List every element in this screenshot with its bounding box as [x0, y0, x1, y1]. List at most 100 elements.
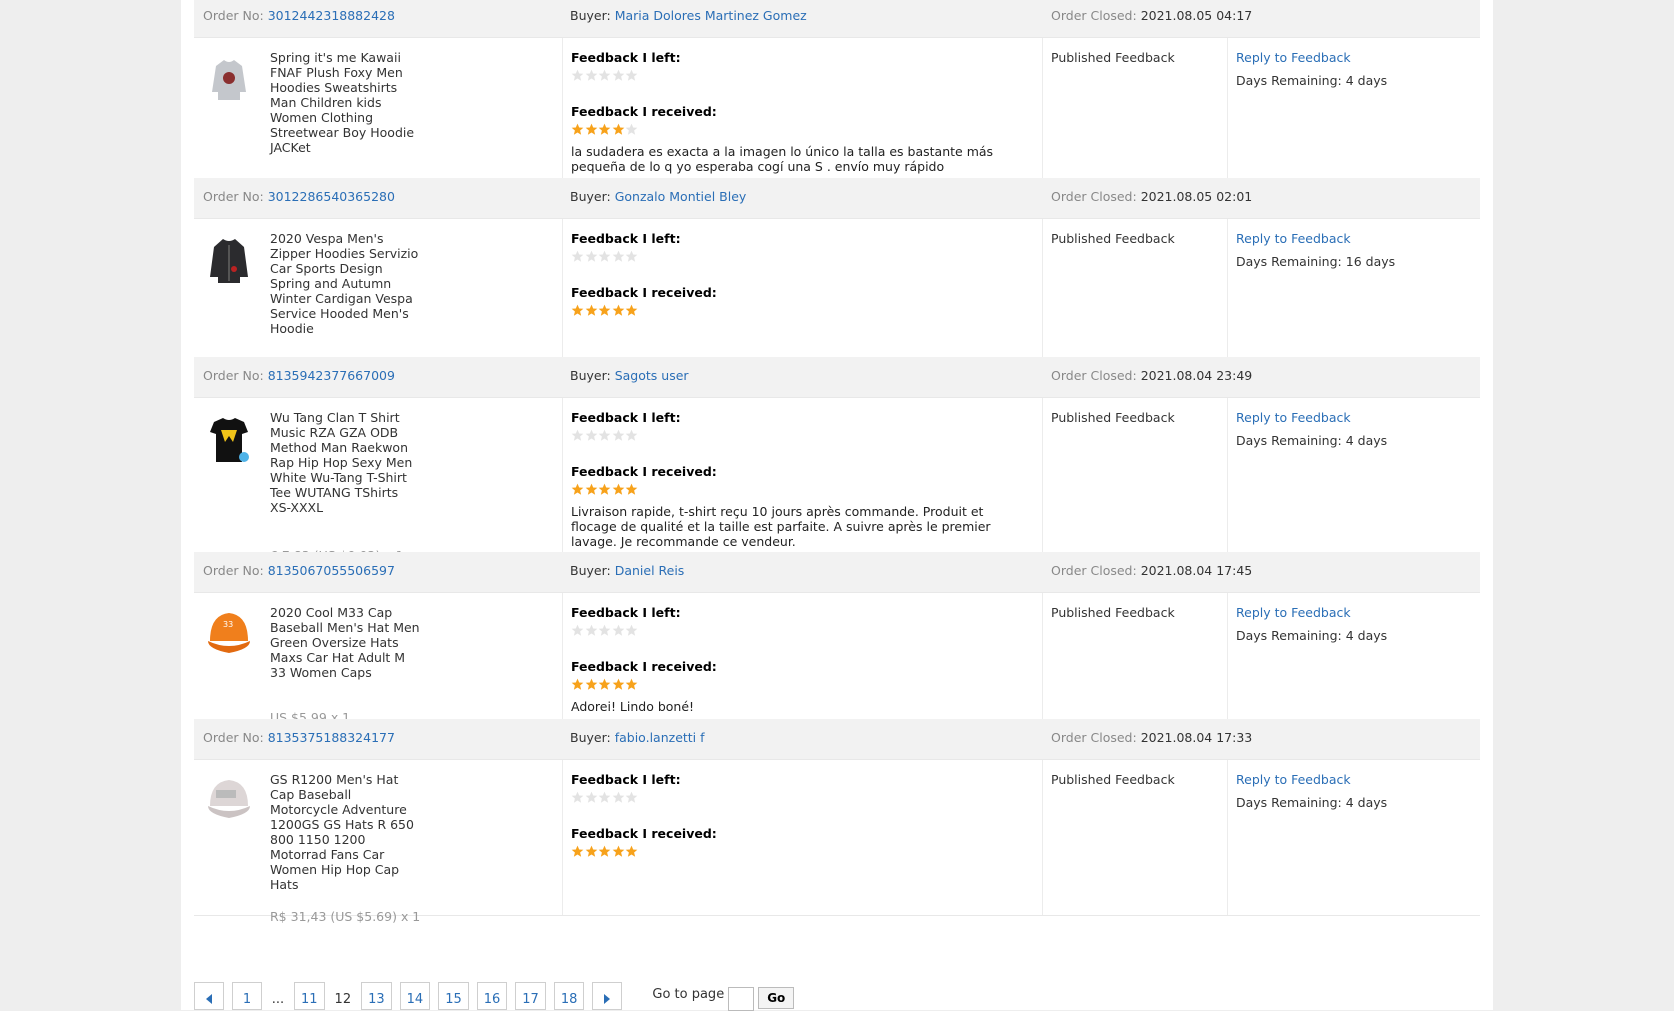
goto-page-input[interactable] — [728, 987, 755, 1011]
feedback-received-stars — [571, 123, 1031, 136]
product-title[interactable]: GS R1200 Men's Hat Cap Baseball Motorcyc… — [270, 772, 420, 892]
page-link-17[interactable]: 17 — [515, 982, 546, 1010]
product-price: R$ 31,43 (US $5.69) x 1 — [270, 909, 421, 924]
page-link-18[interactable]: 18 — [553, 982, 585, 1010]
go-button[interactable]: Go — [758, 987, 795, 1009]
order-closed-label: Order Closed: — [1051, 368, 1137, 383]
action-cell: Reply to Feedback Days Remaining: 4 days — [1227, 38, 1481, 180]
star-icon — [571, 304, 584, 316]
page-link-11[interactable]: 11 — [294, 982, 325, 1010]
hoodie-grey-icon[interactable] — [206, 52, 252, 104]
days-remaining-value: 4 days — [1345, 433, 1388, 448]
star-icon — [585, 69, 597, 81]
order-number-field: Order No: 8135942377667009 — [203, 368, 395, 383]
order-number-link[interactable]: 8135375188324177 — [268, 730, 395, 745]
reply-to-feedback-link[interactable]: Reply to Feedback — [1236, 772, 1351, 787]
next-page-button[interactable] — [592, 982, 623, 1010]
reply-to-feedback-link[interactable]: Reply to Feedback — [1236, 605, 1351, 620]
star-icon — [585, 123, 597, 135]
page-link-16[interactable]: 16 — [476, 982, 508, 1010]
buyer-link[interactable]: Sagots user — [615, 368, 689, 383]
star-icon — [598, 678, 611, 690]
pagination: 1... 11 12 13 14 15 16 17 18 Go to page Go — [194, 982, 795, 1011]
order-card: Order No: 8135942377667009 Buyer: Sagots … — [194, 357, 1480, 563]
product-cell: 2020 Vespa Men's Zipper Hoodies Servizio… — [194, 219, 562, 387]
reply-to-feedback-link[interactable]: Reply to Feedback — [1236, 50, 1351, 65]
feedback-received: Feedback I received: — [571, 826, 1031, 858]
product-title[interactable]: Spring it's me Kawaii FNAF Plush Foxy Me… — [270, 50, 420, 155]
star-icon — [585, 845, 597, 857]
action-cell: Reply to Feedback Days Remaining: 16 days — [1227, 219, 1481, 359]
order-header: Order No: 8135375188324177 Buyer: fabio.l… — [194, 719, 1480, 760]
hoodie-black-icon[interactable] — [206, 233, 252, 285]
star-icon — [571, 429, 584, 441]
days-remaining: Days Remaining: 4 days — [1236, 795, 1387, 810]
order-closed-date: 2021.08.04 17:45 — [1140, 563, 1253, 578]
star-icon — [598, 791, 611, 803]
cap-orange-icon[interactable]: 33 — [206, 607, 252, 659]
feedback-left: Feedback I left: — [571, 50, 1031, 82]
feedback-panel: Order No: 3012442318882428 Buyer: Maria D… — [181, 0, 1493, 1011]
buyer-label: Buyer: — [570, 8, 611, 23]
product-title[interactable]: 2020 Vespa Men's Zipper Hoodies Servizio… — [270, 231, 420, 336]
order-closed-field: Order Closed: 2021.08.04 17:33 — [1051, 730, 1252, 745]
feedback-received: Feedback I received: la sudadera es exact… — [571, 104, 1031, 174]
prev-page-button[interactable] — [194, 982, 224, 1010]
tshirt-black-icon[interactable] — [206, 412, 252, 464]
feedback-left-title: Feedback I left: — [571, 772, 681, 787]
feedback-received-title: Feedback I received: — [571, 659, 717, 674]
order-number-link[interactable]: 3012286540365280 — [268, 189, 395, 204]
star-icon — [585, 304, 597, 316]
status-cell: Published Feedback — [1042, 219, 1228, 359]
star-icon — [585, 429, 597, 441]
order-closed-date: 2021.08.05 02:01 — [1140, 189, 1253, 204]
buyer-link[interactable]: Gonzalo Montiel Bley — [615, 189, 747, 204]
svg-text:33: 33 — [223, 620, 233, 629]
reply-to-feedback-link[interactable]: Reply to Feedback — [1236, 231, 1351, 246]
feedback-received-title: Feedback I received: — [571, 104, 717, 119]
published-feedback-status: Published Feedback — [1051, 50, 1175, 65]
action-cell: Reply to Feedback Days Remaining: 4 days — [1227, 593, 1481, 720]
page-link-15[interactable]: 15 — [438, 982, 469, 1010]
star-icon — [625, 845, 638, 857]
order-number-link[interactable]: 8135067055506597 — [268, 563, 395, 578]
order-number-link[interactable]: 8135942377667009 — [268, 368, 395, 383]
star-icon — [598, 429, 611, 441]
days-remaining-label: Days Remaining: — [1236, 628, 1342, 643]
star-icon — [598, 304, 611, 316]
product-title[interactable]: Wu Tang Clan T Shirt Music RZA GZA ODB M… — [270, 410, 420, 515]
days-remaining-value: 4 days — [1345, 628, 1388, 643]
feedback-received-stars — [571, 483, 1031, 496]
star-icon — [585, 250, 597, 262]
buyer-link[interactable]: Maria Dolores Martinez Gomez — [615, 8, 807, 23]
buyer-link[interactable]: fabio.lanzetti f — [615, 730, 705, 745]
page-link-1[interactable]: 1 — [232, 982, 262, 1010]
days-remaining-value: 16 days — [1345, 254, 1396, 269]
star-icon — [598, 845, 611, 857]
page-link-14[interactable]: 14 — [399, 982, 431, 1010]
star-icon — [625, 304, 638, 316]
order-number-link[interactable]: 3012442318882428 — [268, 8, 395, 23]
reply-to-feedback-link[interactable]: Reply to Feedback — [1236, 410, 1351, 425]
star-icon — [571, 845, 584, 857]
status-cell: Published Feedback — [1042, 760, 1228, 915]
order-card: Order No: 8135375188324177 Buyer: fabio.l… — [194, 719, 1480, 924]
buyer-field: Buyer: Sagots user — [570, 368, 689, 383]
feedback-left-stars — [571, 429, 1031, 442]
goto-page: Go to page Go — [652, 982, 795, 1011]
star-icon — [612, 304, 624, 316]
days-remaining: Days Remaining: 16 days — [1236, 254, 1395, 269]
buyer-field: Buyer: fabio.lanzetti f — [570, 730, 705, 745]
days-remaining: Days Remaining: 4 days — [1236, 433, 1387, 448]
product-title[interactable]: 2020 Cool M33 Cap Baseball Men's Hat Men… — [270, 605, 420, 680]
feedback-left-title: Feedback I left: — [571, 410, 681, 425]
feedback-received: Feedback I received: — [571, 285, 1031, 317]
buyer-link[interactable]: Daniel Reis — [615, 563, 685, 578]
feedback-received-stars — [571, 845, 1031, 858]
feedback-received: Feedback I received: Livraison rapide, t-… — [571, 464, 1031, 549]
order-closed-date: 2021.08.05 04:17 — [1140, 8, 1253, 23]
cap-white-icon[interactable] — [206, 774, 252, 826]
order-no-label: Order No: — [203, 368, 264, 383]
order-closed-date: 2021.08.04 17:33 — [1140, 730, 1253, 745]
page-link-13[interactable]: 13 — [361, 982, 392, 1010]
